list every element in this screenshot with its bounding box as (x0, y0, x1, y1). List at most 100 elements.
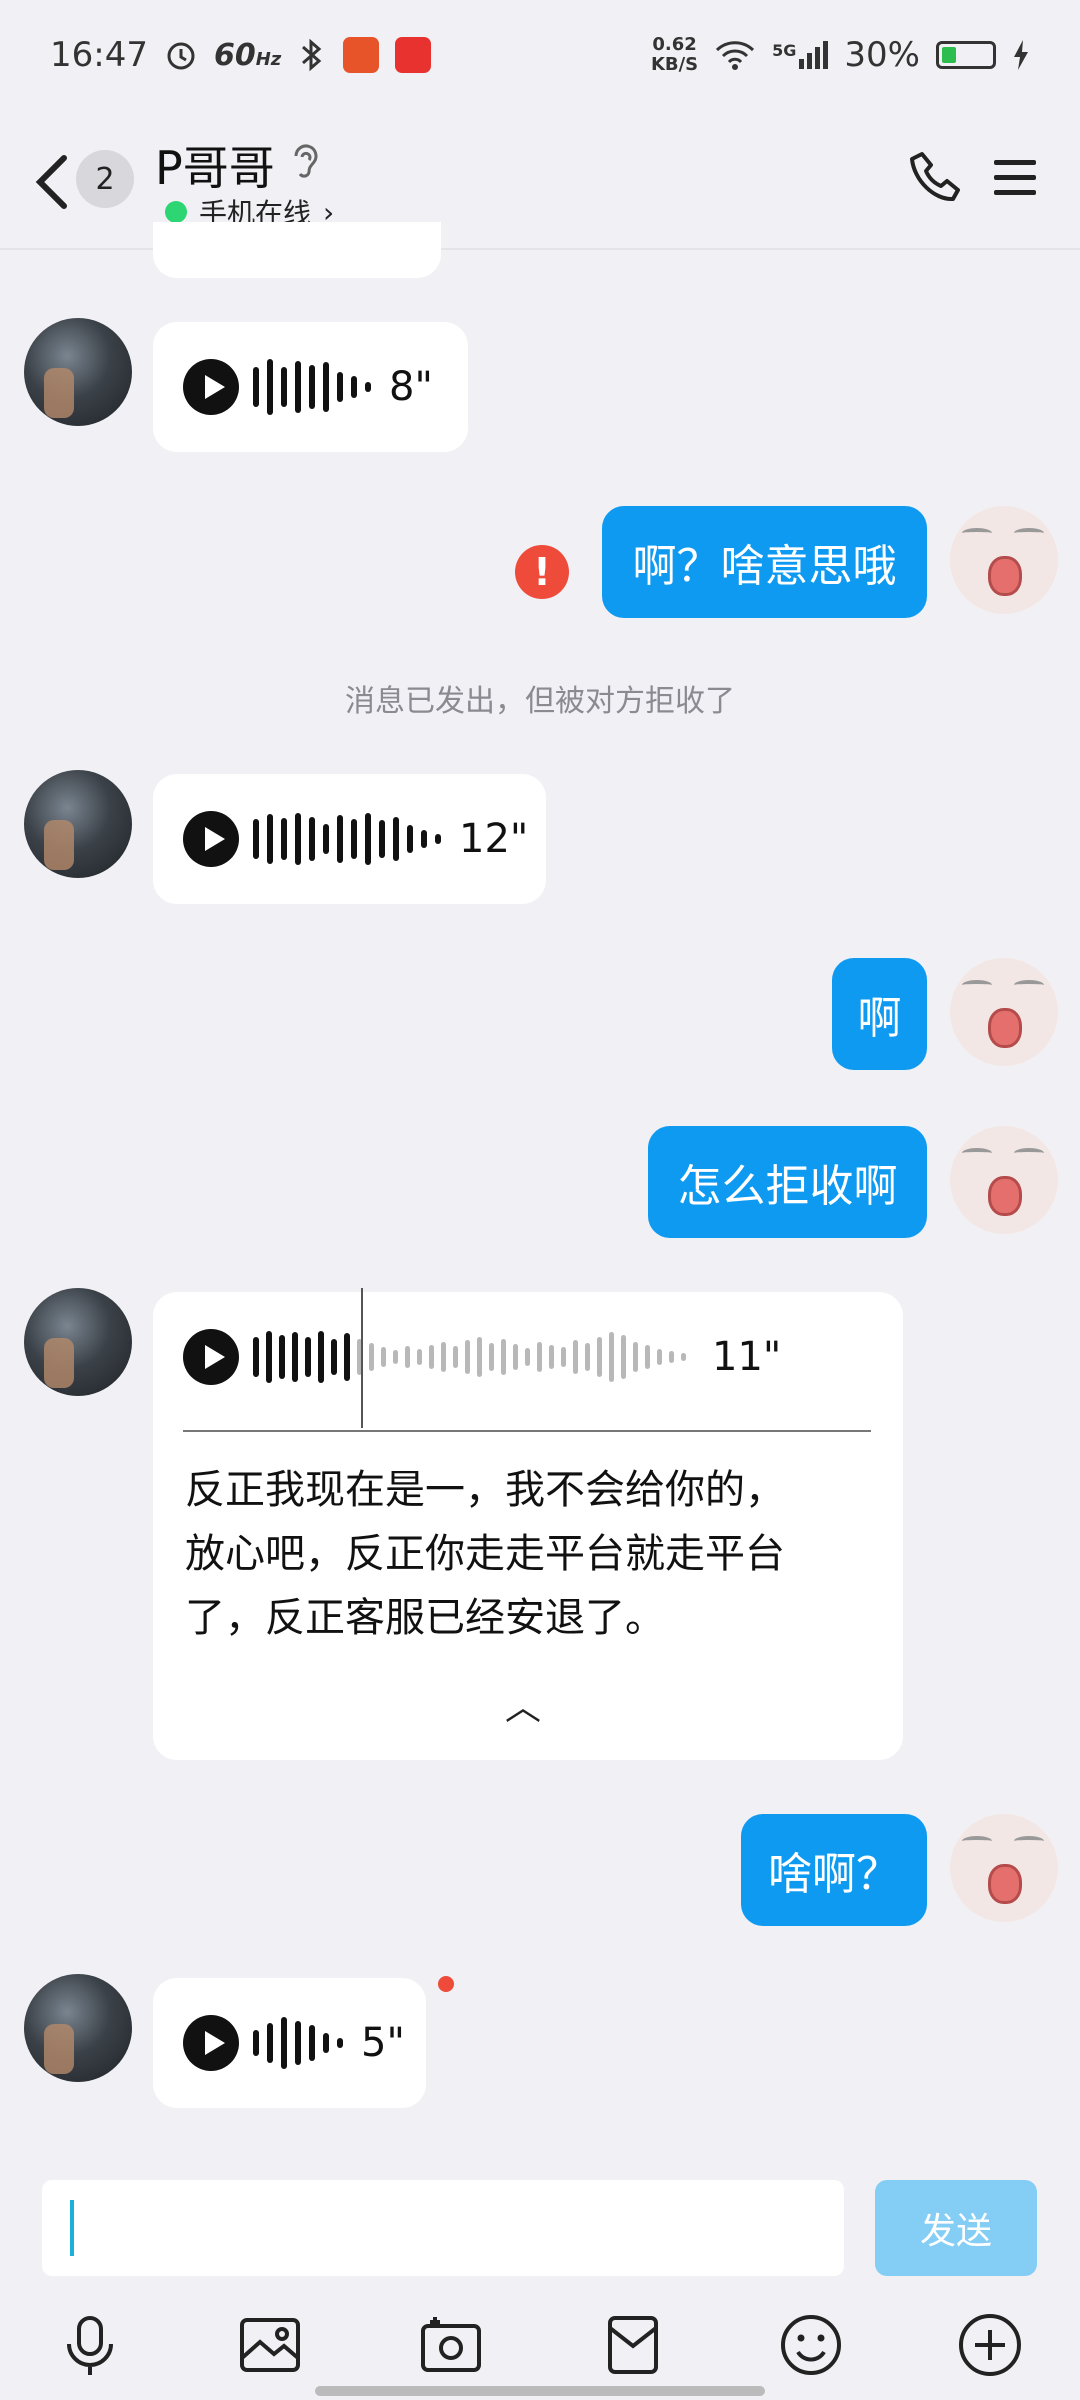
battery-level (942, 47, 956, 63)
send-failed-icon[interactable]: ! (515, 545, 569, 599)
contact-avatar[interactable] (24, 770, 132, 878)
transcript-line: 了，反正客服已经安退了。 (185, 1595, 665, 1641)
back-arrow-icon[interactable] (32, 152, 72, 212)
play-icon[interactable] (183, 811, 239, 867)
voice-duration: 12" (459, 816, 529, 862)
play-icon[interactable] (183, 359, 239, 415)
collapse-transcript-icon[interactable]: ︿ (505, 1678, 541, 1730)
voice-message-bubble[interactable]: 5" (153, 1978, 426, 2108)
online-dot (165, 201, 187, 223)
voice-message-with-transcript[interactable]: 11" 反正我现在是一，我不会给你的， 放心吧，反正你走走平台就走平台 了，反正… (153, 1288, 903, 1760)
menu-icon[interactable] (990, 156, 1040, 200)
avatar-eye (962, 1836, 992, 1846)
photo-icon[interactable] (237, 2312, 303, 2378)
outgoing-message-bubble[interactable]: 啊 (832, 958, 927, 1070)
wifi-icon (716, 41, 755, 70)
taobao-app-icon (343, 37, 380, 73)
message-text: 啥啊？ (768, 1849, 900, 1900)
message-text: 啊？啥意思哦 (632, 541, 897, 592)
voice-transcript: 反正我现在是一，我不会给你的， 放心吧，反正你走走平台就走平台 了，反正客服已经… (185, 1458, 885, 1650)
voice-waveform (253, 1331, 686, 1383)
status-right: 0.62 KB/S 5G 30% (651, 35, 1030, 75)
voice-duration: 5" (361, 2020, 405, 2066)
net-speed-unit: KB/S (650, 54, 699, 75)
plus-icon[interactable] (957, 2312, 1023, 2378)
status-time: 16:47 (50, 35, 148, 75)
send-button[interactable]: 发送 (875, 2180, 1037, 2276)
contact-avatar[interactable] (24, 1974, 132, 2082)
netease-music-app-icon (395, 37, 432, 73)
system-notice: 消息已发出，但被对方拒收了 (345, 684, 735, 719)
net-speed-value: 0.62 (652, 34, 697, 55)
home-indicator[interactable] (315, 2386, 765, 2396)
play-icon[interactable] (183, 2015, 239, 2071)
network-type: 5G (772, 41, 797, 60)
my-avatar[interactable] (950, 1814, 1058, 1922)
text-cursor (70, 2200, 74, 2256)
charging-icon (1014, 40, 1028, 70)
send-failed-glyph: ! (533, 550, 551, 594)
bluetooth-icon (302, 38, 322, 72)
avatar-eye (1014, 980, 1044, 990)
net-speed: 0.62 KB/S (651, 35, 698, 75)
outgoing-message-bubble[interactable]: 怎么拒收啊 (648, 1126, 927, 1238)
alarm-icon (167, 42, 195, 70)
contact-avatar[interactable] (24, 318, 132, 426)
mic-icon[interactable] (57, 2312, 123, 2378)
camera-icon[interactable] (418, 2312, 484, 2378)
my-avatar[interactable] (950, 506, 1058, 614)
voice-player: 5" (183, 2015, 405, 2071)
message-list[interactable]: 8" ! 啊？啥意思哦 消息已发出，但被对方拒收了 12" 啊 怎么拒收啊 11… (0, 222, 1080, 2172)
voice-waveform (253, 813, 441, 865)
voice-player: 12" (183, 811, 528, 867)
voice-message-bubble[interactable]: 8" (153, 322, 468, 452)
play-icon[interactable] (183, 1329, 239, 1385)
transcript-line: 放心吧，反正你走走平台就走平台 (185, 1531, 785, 1577)
avatar-eye (962, 980, 992, 990)
voice-message-bubble[interactable]: 12" (153, 774, 546, 904)
voice-duration: 8" (389, 364, 433, 410)
phone-call-icon[interactable] (908, 150, 964, 206)
refresh-rate: 60Hz (214, 38, 281, 73)
avatar-mouth (988, 1008, 1022, 1048)
cellular-signal-icon: 5G (772, 41, 829, 69)
avatar-eye (1014, 528, 1044, 538)
transcript-line: 反正我现在是一，我不会给你的， (185, 1467, 785, 1513)
unplayed-indicator (438, 1976, 454, 1992)
outgoing-message-bubble[interactable]: 啊？啥意思哦 (602, 506, 927, 618)
my-avatar[interactable] (950, 958, 1058, 1066)
previous-message-bubble[interactable] (153, 222, 441, 278)
voice-waveform (253, 359, 371, 415)
input-area: 发送 (0, 2168, 1080, 2400)
message-input[interactable] (42, 2180, 844, 2276)
status-bar: 16:47 60Hz 0.62 KB/S 5G 30% (0, 0, 1080, 110)
transcript-divider (183, 1430, 871, 1432)
avatar-mouth (988, 556, 1022, 596)
unread-count-badge[interactable]: 2 (76, 150, 134, 208)
refresh-rate-unit: Hz (255, 48, 282, 70)
avatar-mouth (988, 1176, 1022, 1216)
emoji-icon[interactable] (778, 2312, 844, 2378)
avatar-eye (1014, 1148, 1044, 1158)
playback-position-marker[interactable] (361, 1288, 363, 1428)
voice-player: 8" (183, 359, 433, 415)
avatar-mouth (988, 1864, 1022, 1904)
message-text: 怎么拒收啊 (677, 1161, 898, 1212)
contact-avatar[interactable] (24, 1288, 132, 1396)
battery-icon (936, 41, 996, 69)
refresh-rate-value: 60 (213, 37, 256, 73)
ear-icon (294, 144, 318, 178)
outgoing-message-bubble[interactable]: 啥啊？ (741, 1814, 927, 1926)
message-text: 啊 (857, 993, 902, 1044)
voice-duration: 11" (712, 1334, 782, 1380)
status-left: 16:47 60Hz (50, 35, 432, 75)
voice-player: 11" (183, 1329, 781, 1385)
voice-waveform (253, 2017, 343, 2069)
avatar-eye (962, 528, 992, 538)
red-packet-icon[interactable] (600, 2312, 666, 2378)
avatar-eye (1014, 1836, 1044, 1846)
avatar-eye (962, 1148, 992, 1158)
my-avatar[interactable] (950, 1126, 1058, 1234)
contact-name[interactable]: P哥哥 (155, 132, 275, 198)
battery-percent: 30% (844, 35, 920, 75)
